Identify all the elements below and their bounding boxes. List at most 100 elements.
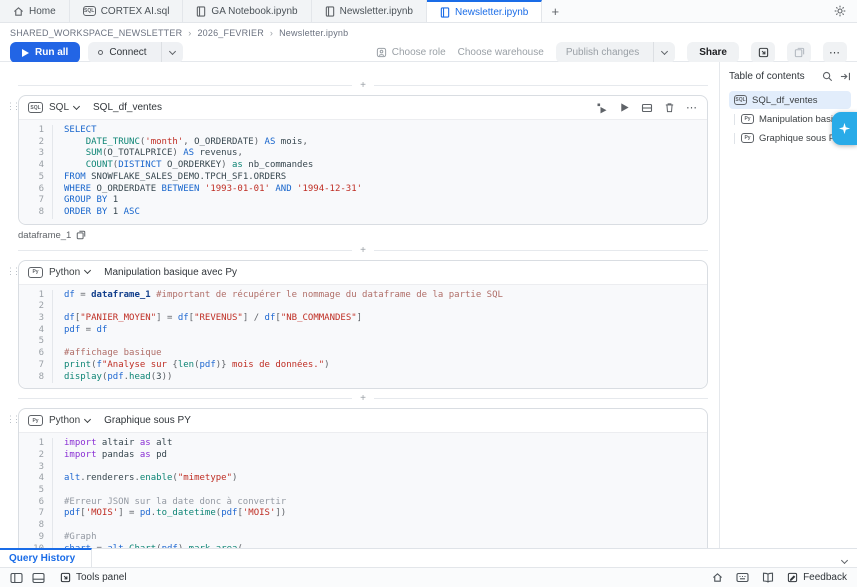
search-icon[interactable] [822, 71, 833, 82]
copy-icon[interactable] [76, 230, 86, 240]
code-line[interactable]: 8display(pdf.head(3)) [19, 372, 707, 384]
code-line[interactable]: 8 [19, 520, 707, 532]
toggle-bottom-panel-button[interactable] [32, 572, 45, 584]
code-line[interactable]: 4pdf = df [19, 325, 707, 337]
cell-title[interactable]: Graphique sous PY [104, 415, 191, 426]
toggle-results-button[interactable] [641, 102, 653, 114]
cell-header: Py Python Manipulation basique avec Py [19, 261, 707, 284]
new-tab-button[interactable]: + [542, 0, 568, 22]
shortcuts-icon[interactable] [736, 572, 749, 583]
drag-handle-icon[interactable]: ⋮⋮ [6, 101, 18, 112]
chevron-down-icon [661, 47, 668, 54]
code-editor-sql[interactable]: 1SELECT2 DATE_TRUNC('month', O_ORDERDATE… [19, 119, 707, 224]
line-number: 8 [19, 520, 53, 532]
tab-ga-notebook[interactable]: GA Notebook.ipynb [183, 0, 311, 22]
code-line[interactable]: 2 [19, 301, 707, 313]
code-text: COUNT(DISTINCT O_ORDERKEY) as nb_command… [53, 160, 313, 172]
breadcrumb-item-workspace[interactable]: SHARED_WORKSPACE_NEWSLETTER [10, 28, 182, 38]
code-line[interactable]: 7print(f"Analyse sur {len(pdf)} mois de … [19, 360, 707, 372]
code-line[interactable]: 4 COUNT(DISTINCT O_ORDERKEY) as nb_comma… [19, 160, 707, 172]
run-all-above-button[interactable] [596, 102, 608, 114]
choose-role-button[interactable]: Choose role [376, 47, 446, 58]
code-line[interactable]: 2 DATE_TRUNC('month', O_ORDERDATE) AS mo… [19, 137, 707, 149]
cell-more-button[interactable]: ⋯ [686, 103, 698, 113]
settings-gear-icon[interactable] [823, 0, 857, 22]
code-editor-python-2[interactable]: 1import altair as alt2import pandas as p… [19, 432, 707, 548]
code-line[interactable]: 5 [19, 336, 707, 348]
feedback-button[interactable]: Feedback [787, 572, 847, 583]
home-icon[interactable] [712, 572, 723, 583]
code-line[interactable]: 1import altair as alt [19, 438, 707, 450]
code-editor-python-1[interactable]: 1df = dataframe_1 #important de récupére… [19, 284, 707, 389]
code-line[interactable]: 8ORDER BY 1 ASC [19, 207, 707, 219]
more-options-button[interactable]: ⋯ [823, 42, 847, 63]
code-text: #affichage basique [53, 348, 162, 360]
code-line[interactable]: 5 [19, 485, 707, 497]
code-line[interactable]: 4alt.renderers.enable("mimetype") [19, 473, 707, 485]
code-line[interactable]: 2import pandas as pd [19, 450, 707, 462]
code-line[interactable]: 7GROUP BY 1 [19, 195, 707, 207]
home-icon [13, 6, 24, 17]
code-line[interactable]: 3 [19, 462, 707, 474]
add-cell-button[interactable]: + [360, 81, 366, 90]
code-line[interactable]: 3 SUM(O_TOTALPRICE) AS revenus, [19, 148, 707, 160]
code-line[interactable]: 1SELECT [19, 125, 707, 137]
docs-book-icon[interactable] [762, 572, 774, 583]
publish-dropdown[interactable] [653, 42, 675, 63]
drag-handle-icon[interactable]: ⋮⋮ [6, 414, 18, 425]
choose-warehouse-button[interactable]: Choose warehouse [458, 47, 544, 58]
code-text: GROUP BY 1 [53, 195, 118, 207]
line-number: 4 [19, 325, 53, 337]
publish-changes-button[interactable]: Publish changes [556, 42, 675, 63]
chevron-down-icon [169, 47, 176, 54]
toc-item-label: Graphique sous PY [759, 133, 841, 144]
share-label: Share [699, 47, 727, 58]
add-cell-button[interactable]: + [360, 246, 366, 255]
language-selector[interactable]: Python [49, 415, 90, 426]
code-line[interactable]: 6#affichage basique [19, 348, 707, 360]
toggle-left-panel-button[interactable] [10, 572, 23, 584]
cell-title[interactable]: SQL_df_ventes [93, 102, 162, 113]
code-line[interactable]: 1df = dataframe_1 #important de récupére… [19, 290, 707, 302]
share-button[interactable]: Share [687, 42, 739, 63]
tab-newsletter-1[interactable]: Newsletter.ipynb [312, 0, 427, 22]
run-cell-button[interactable] [619, 102, 630, 113]
breadcrumb-item-folder[interactable]: 2026_FEVRIER [197, 28, 263, 38]
panel-arrow-icon [758, 47, 769, 58]
delete-cell-button[interactable] [664, 102, 675, 113]
connect-dropdown[interactable] [161, 42, 183, 63]
toc-item-sql-df-ventes[interactable]: SQL SQL_df_ventes [729, 91, 851, 109]
add-cell-divider: + [18, 81, 708, 90]
tab-newsletter-2-active[interactable]: Newsletter.ipynb [427, 0, 542, 22]
add-cell-divider: + [18, 394, 708, 403]
tools-panel-button[interactable]: Tools panel [60, 572, 127, 583]
add-cell-button[interactable]: + [360, 394, 366, 403]
open-panel-button[interactable] [751, 42, 775, 63]
code-line[interactable]: 6#Erreur JSON sur la date donc à convert… [19, 497, 707, 509]
status-bar-right: Feedback [712, 572, 847, 583]
code-line[interactable]: 9#Graph [19, 532, 707, 544]
collapse-chevron-icon[interactable] [842, 555, 847, 566]
language-label: SQL [49, 102, 69, 113]
tab-cortex-ai-sql[interactable]: SQL CORTEX AI.sql [70, 0, 184, 22]
duplicate-button[interactable] [787, 42, 811, 63]
toc-title: Table of contents [729, 71, 805, 82]
tab-home[interactable]: Home [0, 0, 70, 22]
code-line[interactable]: 7pdf['MOIS'] = pd.to_datetime(pdf['MOIS'… [19, 508, 707, 520]
connect-button[interactable]: Connect [88, 42, 182, 63]
dataframe-output-link[interactable]: dataframe_1 [18, 230, 71, 241]
code-line[interactable]: 5FROM SNOWFLAKE_SALES_DEMO.TPCH_SF1.ORDE… [19, 172, 707, 184]
cell-title[interactable]: Manipulation basique avec Py [104, 267, 237, 278]
collapse-panel-icon[interactable] [840, 71, 851, 82]
language-selector[interactable]: Python [49, 267, 90, 278]
copilot-button[interactable] [832, 112, 857, 145]
cell-header: Py Python Graphique sous PY [19, 409, 707, 432]
add-cell-divider: + [18, 246, 708, 255]
breadcrumb-item-file[interactable]: Newsletter.ipynb [279, 28, 348, 38]
code-line[interactable]: 6WHERE O_ORDERDATE BETWEEN '1993-01-01' … [19, 184, 707, 196]
query-history-tab[interactable]: Query History [0, 548, 92, 567]
code-line[interactable]: 3df["PANIER_MOYEN"] = df["REVENUS"] / df… [19, 313, 707, 325]
run-all-button[interactable]: Run all [10, 42, 80, 63]
language-selector[interactable]: SQL [49, 102, 79, 113]
drag-handle-icon[interactable]: ⋮⋮ [6, 266, 18, 277]
